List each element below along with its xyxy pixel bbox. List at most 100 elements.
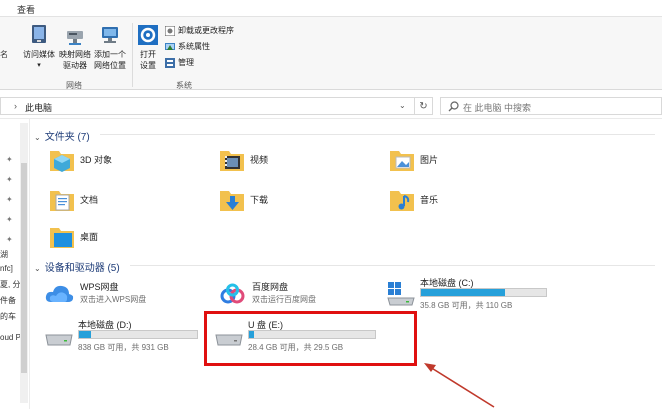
ribbon-left-stub: 名 — [0, 50, 8, 59]
folder-item-pictures[interactable]: 图片 — [388, 145, 508, 175]
nav-scrollbar[interactable] — [20, 123, 28, 403]
nav-item[interactable]: 件备 — [0, 295, 16, 306]
folders-section-title: 文件夹 (7) — [44, 132, 90, 143]
drive-name: WPS网盘 — [80, 282, 119, 292]
folder-item-videos[interactable]: 视频 — [218, 145, 338, 175]
system-drive-icon — [387, 282, 415, 306]
add-network-location-button[interactable]: 添加一个 网络位置 — [93, 23, 127, 71]
media-icon — [32, 25, 46, 43]
folder-label: 下载 — [250, 195, 269, 205]
documents-folder-icon — [50, 191, 74, 211]
drive-usage-bar — [78, 330, 198, 339]
group-network-label: 网络 — [66, 81, 82, 90]
ribbon-tabbar: 查看 — [0, 0, 662, 17]
map-drive-button[interactable]: 映射网络 驱动器 — [58, 23, 92, 71]
group-system-label: 系统 — [176, 81, 192, 90]
downloads-folder-icon — [220, 191, 244, 211]
nav-item[interactable]: 的车 — [0, 311, 16, 322]
drive-space-info: 838 GB 可用，共 931 GB — [78, 343, 169, 352]
access-media-label: 访问媒体 — [23, 50, 55, 59]
devices-section-title: 设备和驱动器 (5) — [44, 263, 120, 274]
nav-item[interactable]: nfc] — [0, 264, 13, 273]
baidu-cloud-icon — [220, 283, 245, 304]
open-settings-button[interactable]: 打开 设置 — [136, 23, 160, 71]
nav-item[interactable]: 夏, 分 — [0, 279, 20, 290]
nav-item[interactable]: oud P — [0, 333, 21, 342]
network-location-icon — [102, 27, 118, 43]
ribbon-separator — [132, 23, 133, 87]
map-drive-label-2: 驱动器 — [63, 61, 87, 70]
wps-cloud-drive[interactable]: WPS网盘 双击进入WPS网盘 — [44, 280, 194, 316]
3d-objects-folder-icon — [50, 151, 74, 172]
manage-button[interactable]: 管理 — [165, 56, 194, 69]
folder-label: 视频 — [250, 155, 269, 165]
chevron-down-icon[interactable]: ⌄ — [399, 101, 406, 110]
chevron-down-icon: ⌄ — [34, 133, 41, 142]
pin-icon: ✦ — [6, 175, 13, 184]
annotation-arrow-icon — [424, 363, 495, 408]
manage-icon — [165, 57, 175, 68]
drive-description: 双击进入WPS网盘 — [80, 295, 147, 304]
drive-description: 双击运行百度网盘 — [252, 295, 316, 304]
folders-section-header[interactable]: ⌄ 文件夹 (7) — [34, 128, 90, 143]
add-location-label-2: 网络位置 — [94, 61, 126, 70]
refresh-button[interactable]: ↻ — [415, 97, 433, 115]
folder-item-desktop[interactable]: 桌面 — [48, 222, 168, 252]
open-settings-label-1: 打开 — [140, 50, 156, 59]
chevron-down-icon: ⌄ — [34, 264, 41, 273]
access-media-button[interactable]: 访问媒体 ▾ — [22, 23, 56, 71]
manage-label: 管理 — [178, 58, 194, 67]
nav-scrollbar-thumb[interactable] — [21, 163, 27, 373]
map-drive-icon — [67, 31, 83, 45]
gear-icon — [138, 25, 158, 45]
folder-item-music[interactable]: 音乐 — [388, 185, 508, 215]
section-divider — [130, 265, 655, 266]
navigation-pane: ✦ ✦ ✦ ✦ ✦ 湖 nfc] 夏, 分 件备 的车 oud P — [0, 119, 30, 409]
folder-item-3d-objects[interactable]: 3D 对象 — [48, 145, 168, 175]
search-box[interactable]: 在 此电脑 中搜索 — [440, 97, 662, 115]
tab-view[interactable]: 查看 — [17, 3, 35, 16]
pin-icon: ✦ — [6, 215, 13, 224]
folder-label: 3D 对象 — [80, 155, 113, 165]
drive-usage-fill — [79, 331, 91, 338]
devices-section-header[interactable]: ⌄ 设备和驱动器 (5) — [34, 259, 120, 274]
drive-usage-fill — [421, 289, 505, 296]
drive-usage-bar — [420, 288, 547, 297]
drive-d[interactable]: 本地磁盘 (D:) 838 GB 可用，共 931 GB — [44, 318, 204, 354]
section-divider — [100, 134, 655, 135]
system-properties-icon — [165, 42, 175, 50]
folder-label: 桌面 — [80, 232, 99, 242]
system-properties-label: 系统属性 — [178, 42, 210, 51]
add-location-label-1: 添加一个 — [94, 50, 126, 59]
pin-icon: ✦ — [6, 195, 13, 204]
address-bar[interactable]: › 此电脑 ⌄ — [0, 97, 415, 115]
refresh-icon: ↻ — [419, 101, 428, 112]
folder-item-downloads[interactable]: 下载 — [218, 185, 338, 215]
cloud-icon — [45, 285, 74, 302]
uninstall-icon — [164, 25, 176, 37]
system-properties-button[interactable]: 系统属性 — [165, 40, 210, 53]
pin-icon: ✦ — [6, 155, 13, 164]
uninstall-program-button[interactable]: 卸载或更改程序 — [164, 24, 234, 37]
music-folder-icon — [390, 191, 414, 211]
folder-label: 图片 — [420, 155, 439, 165]
open-settings-label-2: 设置 — [140, 61, 156, 70]
chevron-right-icon: › — [14, 101, 17, 111]
folder-label: 音乐 — [420, 195, 439, 205]
nav-item[interactable]: 湖 — [0, 249, 8, 260]
folder-item-documents[interactable]: 文档 — [48, 185, 168, 215]
desktop-folder-icon — [50, 228, 74, 248]
pin-icon: ✦ — [6, 235, 13, 244]
search-placeholder: 在 此电脑 中搜索 — [463, 103, 532, 113]
uninstall-label: 卸载或更改程序 — [178, 26, 234, 35]
drive-space-info: 35.8 GB 可用，共 110 GB — [420, 301, 513, 310]
videos-folder-icon — [220, 151, 244, 171]
drive-c[interactable]: 本地磁盘 (C:) 35.8 GB 可用，共 110 GB — [386, 276, 656, 312]
address-row: › 此电脑 ⌄ ↻ 在 此电脑 中搜索 — [0, 93, 662, 119]
highlight-box — [204, 311, 417, 366]
pictures-folder-icon — [390, 151, 414, 171]
map-drive-label-1: 映射网络 — [59, 50, 91, 59]
drive-name: 百度网盘 — [252, 282, 289, 292]
address-path: 此电脑 — [25, 103, 53, 113]
hard-drive-icon — [45, 334, 73, 346]
